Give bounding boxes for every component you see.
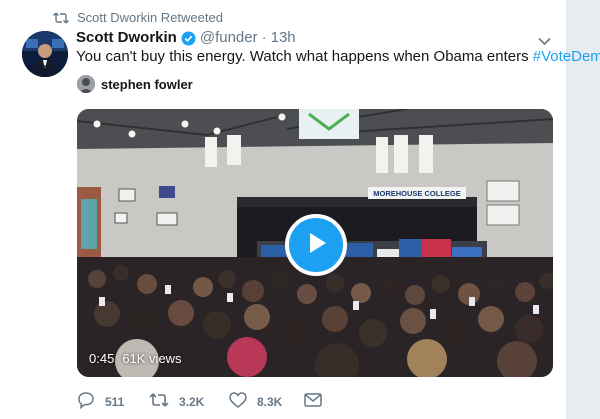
timestamp[interactable]: 13h — [271, 29, 296, 47]
hashtag-link[interactable]: #VoteDem — [533, 48, 600, 65]
reply-icon — [77, 391, 95, 412]
video-meta: 0:45 61K views — [89, 351, 182, 366]
video-player[interactable]: MOREHOUSE COLLEGE 0:45 61K views — [77, 109, 553, 377]
video-views: 61K views — [122, 351, 182, 366]
avatar[interactable] — [22, 31, 68, 77]
play-button[interactable] — [285, 214, 347, 276]
stage-banner-text: MOREHOUSE COLLEGE — [373, 189, 461, 198]
attribution-avatar — [77, 75, 95, 93]
tweet-body: You can't buy this energy. Watch what ha… — [76, 48, 533, 65]
like-button[interactable]: 8.3K — [229, 392, 304, 411]
retweet-banner-text: Scott Dworkin Retweeted — [77, 10, 223, 25]
tweet-card[interactable]: Scott Dworkin Retweeted Scott Dworkin @f… — [0, 0, 600, 419]
tweet-text: You can't buy this energy. Watch what ha… — [76, 48, 600, 66]
author-handle[interactable]: @funder — [200, 29, 258, 47]
tweet-header: Scott Dworkin @funder · 13h — [76, 29, 296, 47]
heart-icon — [229, 392, 247, 411]
reply-button[interactable]: 511 — [77, 391, 149, 412]
retweet-count: 3.2K — [179, 394, 205, 409]
verified-badge-icon — [181, 31, 196, 46]
like-count: 8.3K — [257, 394, 283, 409]
play-icon — [303, 230, 329, 261]
video-duration: 0:45 — [89, 351, 115, 366]
attribution-name: stephen fowler — [101, 76, 193, 92]
tweet-actions: 511 3.2K 8.3K — [77, 391, 322, 412]
retweet-banner[interactable]: Scott Dworkin Retweeted — [53, 10, 223, 25]
reply-count: 511 — [105, 394, 125, 409]
direct-message-button[interactable] — [304, 393, 322, 410]
retweet-button[interactable]: 3.2K — [149, 392, 229, 411]
author-name[interactable]: Scott Dworkin — [76, 29, 177, 47]
retweet-icon — [53, 12, 69, 24]
retweet-icon — [149, 392, 169, 411]
envelope-icon — [304, 393, 322, 410]
video-attribution[interactable]: stephen fowler — [77, 75, 193, 93]
separator-dot: · — [261, 29, 267, 46]
